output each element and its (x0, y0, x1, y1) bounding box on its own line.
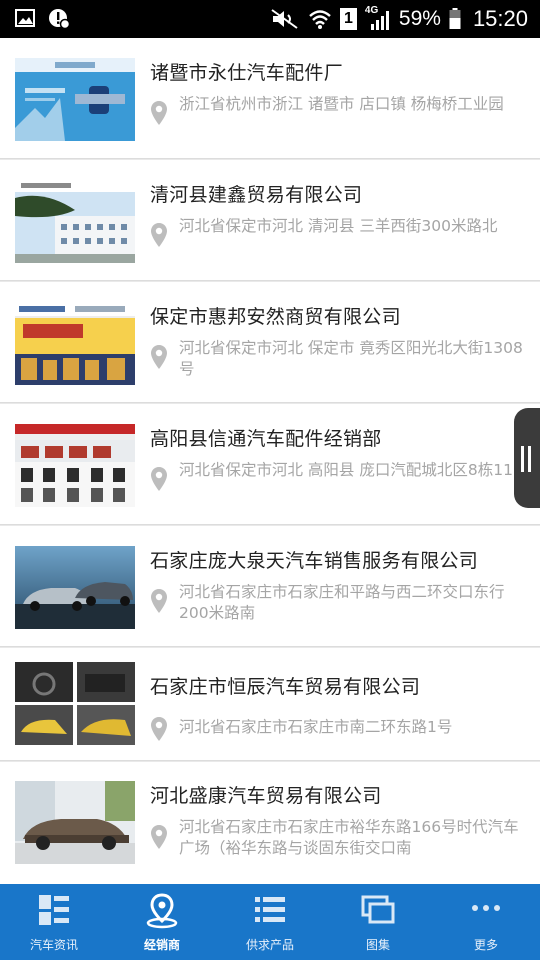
location-pin-icon (151, 825, 167, 849)
dealer-item[interactable]: 石家庄庞大泉天汽车销售服务有限公司 河北省石家庄市石家庄和平路与西二环交口东行2… (0, 526, 540, 647)
dealer-address: 河北省保定市河北 清河县 三羊西街300米路北 (179, 217, 498, 235)
handle-grip (528, 446, 531, 472)
dealer-name[interactable]: 保定市惠邦安然商贸有限公司 (150, 302, 401, 329)
dealer-thumbnail (15, 662, 135, 745)
nav-item-gallery[interactable]: 图集 (324, 884, 432, 960)
location-pin-icon (151, 101, 167, 125)
location-pin-icon (151, 345, 167, 369)
dealer-thumbnail (15, 180, 135, 263)
dealer-name[interactable]: 河北盛康汽车贸易有限公司 (150, 781, 382, 808)
nav-item-more[interactable]: 更多 (432, 884, 540, 960)
dealer-name[interactable]: 诸暨市永仕汽车配件厂 (150, 58, 343, 85)
dealer-item[interactable]: 高阳县信通汽车配件经销部 河北省保定市河北 高阳县 庞口汽配城北区8栋11号 (0, 404, 540, 525)
notification-alert-icon (49, 9, 70, 29)
side-drawer-handle[interactable] (514, 408, 540, 508)
dealer-thumbnail (15, 424, 135, 507)
location-pin-icon (151, 467, 167, 491)
gallery-icon (15, 9, 35, 27)
nav-label: 汽车资讯 (29, 938, 78, 952)
clock: 15:20 (472, 6, 528, 31)
news-grid-icon (39, 895, 69, 925)
mute-icon (271, 9, 298, 29)
dealer-thumbnail (15, 302, 135, 385)
handle-grip (521, 446, 524, 472)
dealer-thumbnail (15, 781, 135, 864)
dealer-address: 河北省石家庄市石家庄市裕华东路166号时代汽车广场（裕华东路与谈固东街交口南 (179, 818, 519, 857)
nav-label: 图集 (365, 938, 390, 952)
location-pin-icon (151, 589, 167, 613)
dealer-address: 河北省保定市河北 高阳县 庞口汽配城北区8栋11号 (179, 461, 529, 479)
status-bar: 1 4G 59% 15:20 (0, 0, 540, 38)
signal-icon: 4G (365, 5, 391, 31)
battery-percent: 59% (398, 7, 441, 30)
dealer-address: 河北省石家庄市石家庄和平路与西二环交口东行200米路南 (179, 583, 505, 622)
dealer-item[interactable]: 诸暨市永仕汽车配件厂 浙江省杭州市浙江 诸暨市 店口镇 杨梅桥工业园 (0, 38, 540, 159)
dealer-name[interactable]: 高阳县信通汽车配件经销部 (150, 424, 382, 451)
dealer-thumbnail (15, 546, 135, 629)
dealer-name[interactable]: 清河县建鑫贸易有限公司 (150, 180, 362, 207)
dealer-address: 河北省保定市河北 保定市 竟秀区阳光北大街1308号 (179, 339, 523, 378)
nav-item-dealers[interactable]: 经销商 (108, 884, 216, 960)
dealer-item[interactable]: 河北盛康汽车贸易有限公司 河北省石家庄市石家庄市裕华东路166号时代汽车广场（裕… (0, 762, 540, 884)
dealer-list[interactable]: 诸暨市永仕汽车配件厂 浙江省杭州市浙江 诸暨市 店口镇 杨梅桥工业园 清河县建鑫 (0, 38, 540, 884)
nav-item-news[interactable]: 汽车资讯 (0, 884, 108, 960)
wifi-icon (309, 10, 331, 29)
location-pin-icon (151, 223, 167, 247)
dealer-address: 浙江省杭州市浙江 诸暨市 店口镇 杨梅桥工业园 (179, 95, 504, 113)
location-pin-icon (146, 893, 178, 929)
dealer-thumbnail (15, 58, 135, 141)
more-icon (472, 905, 500, 911)
gallery-icon (361, 895, 395, 924)
dealer-item[interactable]: 清河县建鑫贸易有限公司 河北省保定市河北 清河县 三羊西街300米路北 (0, 160, 540, 281)
sim-icon: 1 (339, 8, 357, 30)
bottom-nav: 汽车资讯 经销商 供求产品 图集 更多 (0, 884, 540, 960)
list-icon (255, 897, 285, 922)
location-pin-icon (151, 717, 167, 741)
nav-label: 供求产品 (245, 938, 294, 952)
dealer-item[interactable]: 石家庄市恒辰汽车贸易有限公司 河北省石家庄市石家庄市南二环东路1号 (0, 648, 540, 761)
dealer-name[interactable]: 石家庄庞大泉天汽车销售服务有限公司 (150, 546, 478, 573)
dealer-item[interactable]: 保定市惠邦安然商贸有限公司 河北省保定市河北 保定市 竟秀区阳光北大街1308号 (0, 282, 540, 403)
dealer-name[interactable]: 石家庄市恒辰汽车贸易有限公司 (150, 672, 420, 699)
battery-icon (449, 8, 461, 29)
nav-label: 经销商 (143, 938, 180, 952)
nav-label: 更多 (473, 938, 498, 952)
dealer-address: 河北省石家庄市石家庄市南二环东路1号 (179, 718, 453, 736)
nav-item-products[interactable]: 供求产品 (216, 884, 324, 960)
